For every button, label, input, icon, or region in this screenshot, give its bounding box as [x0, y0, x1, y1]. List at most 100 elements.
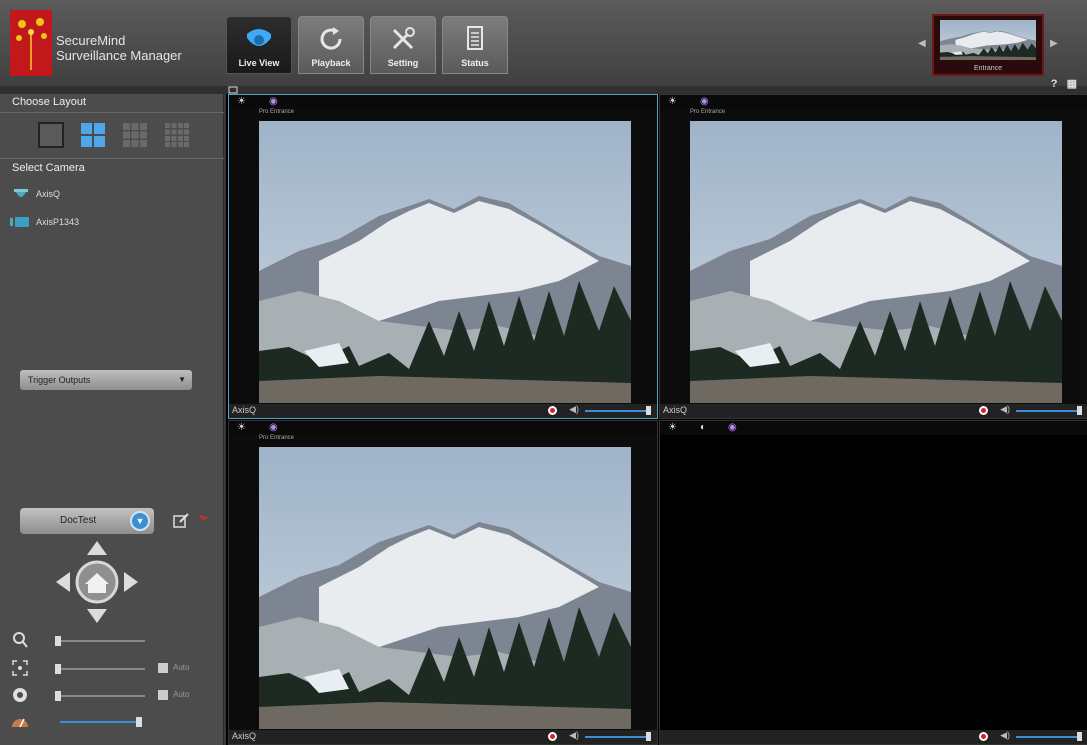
sidebar: Choose Layout Select Camera AxisQ AxisP1… — [0, 94, 224, 745]
color-icon[interactable]: ◉ — [269, 96, 278, 107]
iris-slider-row: Auto — [10, 686, 210, 706]
zoom-icon — [13, 632, 28, 648]
video-pane-4[interactable]: ☀ ◐ ◉ ◀) — [659, 420, 1087, 745]
layout-1x1-button[interactable] — [38, 122, 64, 148]
brightness-icon[interactable]: ☀ — [237, 96, 246, 107]
dome-camera-icon — [14, 189, 28, 197]
camera-name: AxisQ — [36, 189, 61, 199]
color-icon[interactable]: ◉ — [700, 96, 709, 107]
volume-slider-track[interactable] — [585, 736, 649, 738]
divider — [0, 158, 224, 159]
zoom-slider-track[interactable] — [55, 640, 145, 642]
divider — [0, 112, 224, 113]
record-icon[interactable] — [979, 732, 988, 741]
help-icon[interactable]: ? — [1051, 78, 1058, 90]
app-logo — [10, 10, 52, 76]
tab-label: Playback — [311, 58, 351, 68]
ptz-left-arrow-icon[interactable] — [56, 572, 70, 592]
thumbnail-prev-arrow-icon[interactable]: ◀ — [918, 38, 926, 49]
speaker-icon[interactable]: ◀) — [1000, 730, 1010, 741]
brand-subtitle: Surveillance Manager — [56, 48, 182, 63]
ptz-down-arrow-icon[interactable] — [87, 609, 107, 623]
layout-2x2-button[interactable] — [80, 122, 106, 148]
camera-thumbnail[interactable]: Entrance — [932, 14, 1044, 76]
record-icon[interactable] — [548, 732, 557, 741]
fullscreen-icon[interactable] — [228, 86, 238, 94]
brightness-icon[interactable]: ☀ — [668, 96, 677, 107]
record-icon[interactable] — [548, 406, 557, 415]
document-icon — [467, 26, 483, 50]
record-icon[interactable] — [979, 406, 988, 415]
pane-camera-name: AxisQ — [232, 405, 257, 415]
camera-icon — [247, 29, 271, 46]
zoom-slider-handle[interactable] — [55, 636, 61, 646]
volume-slider-handle[interactable] — [646, 732, 651, 741]
chevron-down-icon: ▼ — [178, 375, 186, 384]
app-header: SecureMind Surveillance Manager Live Vie… — [0, 0, 1087, 86]
video-pane-3[interactable]: ☀ ◉ Pro Entrance AxisQ ◀) — [228, 420, 658, 745]
tab-status[interactable]: Status — [442, 16, 508, 74]
volume-slider-track[interactable] — [1016, 410, 1080, 412]
iris-auto-checkbox[interactable] — [158, 690, 168, 700]
tab-label: Status — [461, 58, 489, 68]
ptz-up-arrow-icon[interactable] — [87, 541, 107, 555]
focus-slider-track[interactable] — [55, 668, 145, 670]
pane-toolbar: ☀ ◉ — [229, 421, 657, 435]
speaker-icon[interactable]: ◀) — [569, 730, 579, 741]
zoom-slider-row — [10, 631, 210, 651]
video-pane-2[interactable]: ☀ ◉ Pro Entrance AxisQ ◀) — [659, 94, 1087, 419]
camera-item-axisq[interactable]: AxisQ — [12, 188, 60, 200]
settings-grid-icon[interactable]: ▦ — [1067, 78, 1077, 90]
preset-selector[interactable]: DocTest ▼ — [20, 508, 154, 534]
layout-4x4-button[interactable] — [164, 122, 190, 148]
focus-slider-handle[interactable] — [55, 664, 61, 674]
brightness-icon[interactable]: ☀ — [237, 422, 246, 433]
tab-setting[interactable]: Setting — [370, 16, 436, 74]
thumbnail-next-arrow-icon[interactable]: ▶ — [1050, 38, 1058, 49]
pane-status-bar: AxisQ ◀) — [229, 404, 657, 418]
speed-slider-handle[interactable] — [136, 717, 142, 727]
thumbnail-image — [940, 20, 1036, 60]
brand-title: SecureMind Surveillance Manager — [56, 33, 182, 63]
brand-name: SecureMind — [56, 33, 126, 48]
color-icon[interactable]: ◉ — [269, 422, 278, 433]
video-pane-1[interactable]: ☀ ◉ Pro Entrance AxisQ ◀) — [228, 94, 658, 419]
volume-slider-handle[interactable] — [1077, 732, 1082, 741]
volume-slider-handle[interactable] — [1077, 406, 1082, 415]
layout-3x3-button[interactable] — [122, 122, 148, 148]
speaker-icon[interactable]: ◀) — [569, 404, 579, 415]
tab-playback[interactable]: Playback — [298, 16, 364, 74]
chevron-down-icon: ▼ — [130, 511, 150, 531]
iris-slider-handle[interactable] — [55, 691, 61, 701]
volume-slider-handle[interactable] — [646, 406, 651, 415]
volume-slider-track[interactable] — [585, 410, 649, 412]
brightness-icon[interactable]: ☀ — [668, 422, 677, 433]
edit-preset-icon[interactable] — [172, 512, 190, 530]
speed-slider-track[interactable] — [60, 721, 140, 723]
pane-status-bar: ◀) — [660, 730, 1087, 744]
help-area: ? ▦ — [1051, 77, 1077, 90]
trigger-outputs-dropdown[interactable]: Trigger Outputs ▼ — [20, 370, 192, 390]
tab-label: Setting — [387, 58, 419, 68]
tab-label: Live View — [238, 58, 280, 68]
color-icon[interactable]: ◉ — [728, 422, 737, 433]
ptz-control — [56, 541, 138, 623]
pane-toolbar: ☀ ◐ ◉ — [660, 421, 1087, 435]
box-camera-icon — [10, 217, 29, 227]
dropdown-label: Trigger Outputs — [28, 375, 91, 385]
contrast-icon[interactable]: ◐ — [700, 422, 706, 433]
pin-preset-icon[interactable] — [196, 512, 210, 526]
iris-icon — [13, 688, 27, 702]
iris-slider-track[interactable] — [55, 695, 145, 697]
logo-icon — [16, 18, 47, 70]
speaker-icon[interactable]: ◀) — [1000, 404, 1010, 415]
volume-slider-track[interactable] — [1016, 736, 1080, 738]
camera-item-axisp1343[interactable]: AxisP1343 — [10, 216, 79, 228]
focus-auto-checkbox[interactable] — [158, 663, 168, 673]
view-toolbar — [0, 86, 1087, 94]
video-frame — [259, 447, 631, 729]
tab-live-view[interactable]: Live View — [226, 16, 292, 74]
video-grid: ☀ ◉ Pro Entrance AxisQ ◀) ☀ ◉ Pro Entran… — [226, 94, 1087, 745]
ptz-right-arrow-icon[interactable] — [124, 572, 138, 592]
camera-name: AxisP1343 — [36, 217, 80, 227]
